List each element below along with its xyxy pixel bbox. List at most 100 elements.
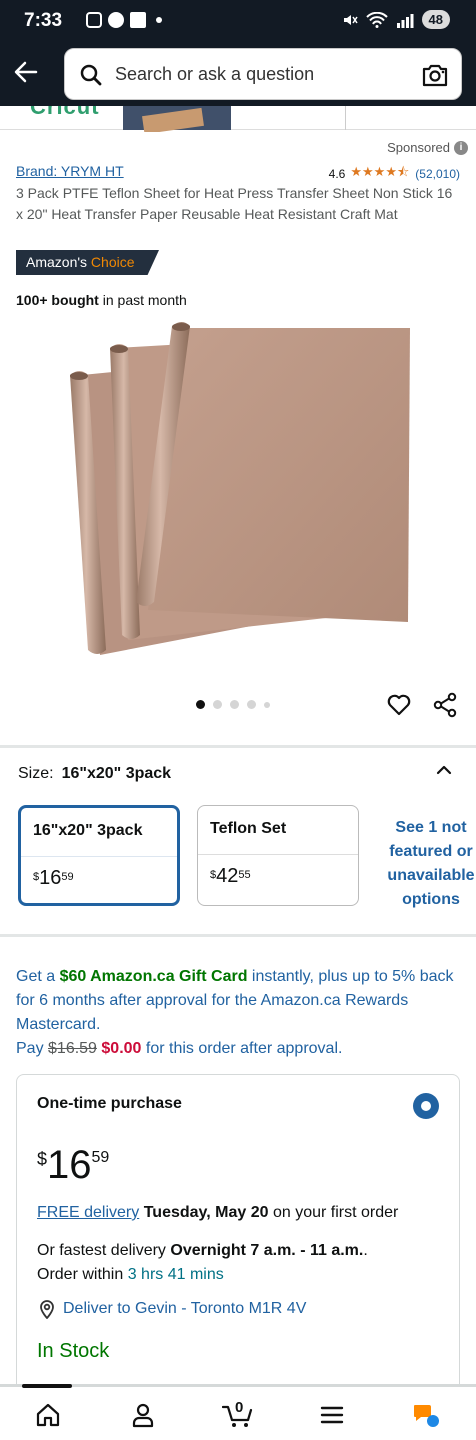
order-within: Order within [37, 1266, 128, 1283]
badge-choice: Choice [90, 254, 135, 270]
size-selected-value: 16"x20" 3pack [61, 765, 172, 782]
brand-link[interactable]: Brand: YRYM HT [16, 163, 124, 179]
gift-text-1: Get a [16, 968, 60, 985]
system-icons: 48 [342, 10, 450, 29]
fastest-time: Overnight 7 a.m. - 11 a.m. [170, 1242, 364, 1259]
cart-button[interactable]: 0 [221, 1399, 256, 1429]
account-icon[interactable] [129, 1401, 157, 1429]
price-cents: 55 [238, 869, 251, 881]
camera-search-icon[interactable] [421, 61, 449, 89]
signal-icon [396, 13, 414, 28]
badge-prefix: Amazon's [26, 254, 91, 270]
delivery-info: FREE delivery Tuesday, May 20 on your fi… [37, 1202, 447, 1224]
search-icon [80, 64, 102, 86]
section-divider [0, 934, 476, 937]
sponsored-ad-banner[interactable]: Cricut [0, 106, 476, 132]
active-tab-indicator [22, 1384, 72, 1388]
carousel-dot[interactable] [196, 700, 205, 709]
review-count[interactable]: (52,010) [415, 167, 460, 181]
notification-icons [86, 12, 162, 28]
size-option-label: 16"x20" 3pack [33, 822, 143, 839]
price-cents: 59 [61, 871, 74, 883]
ad-divider [345, 106, 346, 130]
info-icon: i [454, 140, 468, 155]
size-label: Size: [18, 765, 54, 782]
stock-status: In Stock [37, 1340, 110, 1362]
see-more-text: See 1 not featured or unavailable option… [387, 819, 475, 908]
cart-count: 0 [235, 1399, 244, 1416]
carousel-dot[interactable] [230, 700, 239, 709]
menu-icon[interactable] [318, 1401, 346, 1429]
gift-card-amount: $60 Amazon.ca Gift Card [59, 968, 248, 985]
size-option-teflon-set[interactable]: Teflon Set $4255 [197, 805, 359, 906]
free-delivery-link[interactable]: FREE delivery [37, 1204, 139, 1221]
new-price: $0.00 [101, 1040, 142, 1057]
amazons-choice-badge: Amazon's Choice [16, 250, 159, 275]
size-option-price: $1659 [21, 857, 177, 900]
mute-icon [343, 14, 358, 25]
rating-summary[interactable]: 4.6 ★★★★⯪ (52,010) [329, 163, 460, 185]
top-bar: 7:33 48 Search or ask a question [0, 0, 476, 106]
chevron-up-icon[interactable] [434, 760, 454, 780]
countdown: 3 hrs 41 mins [127, 1266, 224, 1283]
bought-in-past-month: 100+ bought in past month [16, 292, 187, 308]
bought-period: in past month [98, 292, 187, 308]
section-divider [0, 745, 476, 748]
price-whole: 42 [216, 865, 239, 887]
old-price: $16.59 [48, 1040, 97, 1057]
search-bar[interactable]: Search or ask a question [64, 48, 462, 100]
location-pin-icon [40, 1300, 54, 1319]
back-arrow-icon[interactable] [12, 58, 40, 86]
purchase-option-title: One-time purchase [37, 1095, 182, 1112]
size-option-label: Teflon Set [210, 820, 287, 837]
deliver-to-text: Deliver to Gevin - Toronto M1R 4V [63, 1300, 307, 1317]
size-option-price: $4255 [198, 855, 358, 898]
product-image[interactable] [60, 320, 416, 665]
fastest-suffix: . [363, 1242, 368, 1259]
ad-image [123, 106, 231, 130]
price-whole: 16 [47, 1143, 92, 1187]
home-icon[interactable] [34, 1401, 62, 1429]
more-notifications-icon [156, 17, 162, 23]
price-currency: $ [33, 871, 40, 883]
gift-text-3: for this order after approval. [141, 1040, 343, 1057]
delivery-rest: on your first order [268, 1204, 399, 1221]
delivery-date: Tuesday, May 20 [143, 1204, 269, 1221]
bottom-navigation: 0 [0, 1384, 476, 1440]
price-whole: 16 [39, 867, 62, 889]
gift-card-offer[interactable]: Get a $60 Amazon.ca Gift Card instantly,… [16, 965, 466, 1061]
star-rating-icon: ★★★★⯪ [350, 164, 410, 179]
image-carousel-indicator[interactable] [196, 700, 270, 709]
size-option-16x20-3pack[interactable]: 16"x20" 3pack $1659 [18, 805, 180, 906]
heart-icon[interactable] [386, 692, 412, 718]
carousel-dot[interactable] [247, 700, 256, 709]
status-time: 7:33 [24, 10, 63, 31]
purchase-option-radio[interactable] [413, 1093, 439, 1119]
bought-count: 100+ bought [16, 292, 99, 308]
deliver-to-location[interactable]: Deliver to Gevin - Toronto M1R 4V [37, 1299, 306, 1319]
search-input[interactable]: Search or ask a question [115, 64, 314, 85]
share-icon[interactable] [432, 692, 458, 718]
battery-indicator: 48 [421, 10, 450, 29]
status-bar: 7:33 48 [0, 0, 476, 44]
one-time-purchase-card[interactable]: One-time purchase $1659 FREE delivery Tu… [16, 1074, 460, 1394]
price-cents: 59 [91, 1149, 110, 1166]
carousel-dot[interactable] [264, 701, 270, 708]
product-title: 3 Pack PTFE Teflon Sheet for Heat Press … [16, 185, 453, 222]
fastest-delivery-info: Or fastest delivery Overnight 7 a.m. - 1… [37, 1239, 447, 1287]
see-unavailable-options-link[interactable]: See 1 not featured or unavailable option… [376, 816, 476, 912]
app-notification-icon [108, 12, 124, 28]
size-selector-header[interactable]: Size: 16"x20" 3pack [18, 765, 171, 783]
facebook-icon [130, 12, 146, 28]
wifi-icon [365, 11, 388, 28]
sponsored-text: Sponsored [387, 140, 450, 155]
price-currency: $ [37, 1149, 48, 1169]
screen-record-icon [86, 12, 102, 28]
gift-pay: Pay [16, 1040, 49, 1057]
price-display: $1659 [37, 1143, 109, 1188]
rufus-assistant-icon[interactable] [412, 1401, 440, 1429]
price-currency: $ [210, 869, 217, 881]
rating-value: 4.6 [328, 167, 346, 181]
sponsored-label[interactable]: Sponsored i [387, 140, 468, 155]
carousel-dot[interactable] [213, 700, 222, 709]
